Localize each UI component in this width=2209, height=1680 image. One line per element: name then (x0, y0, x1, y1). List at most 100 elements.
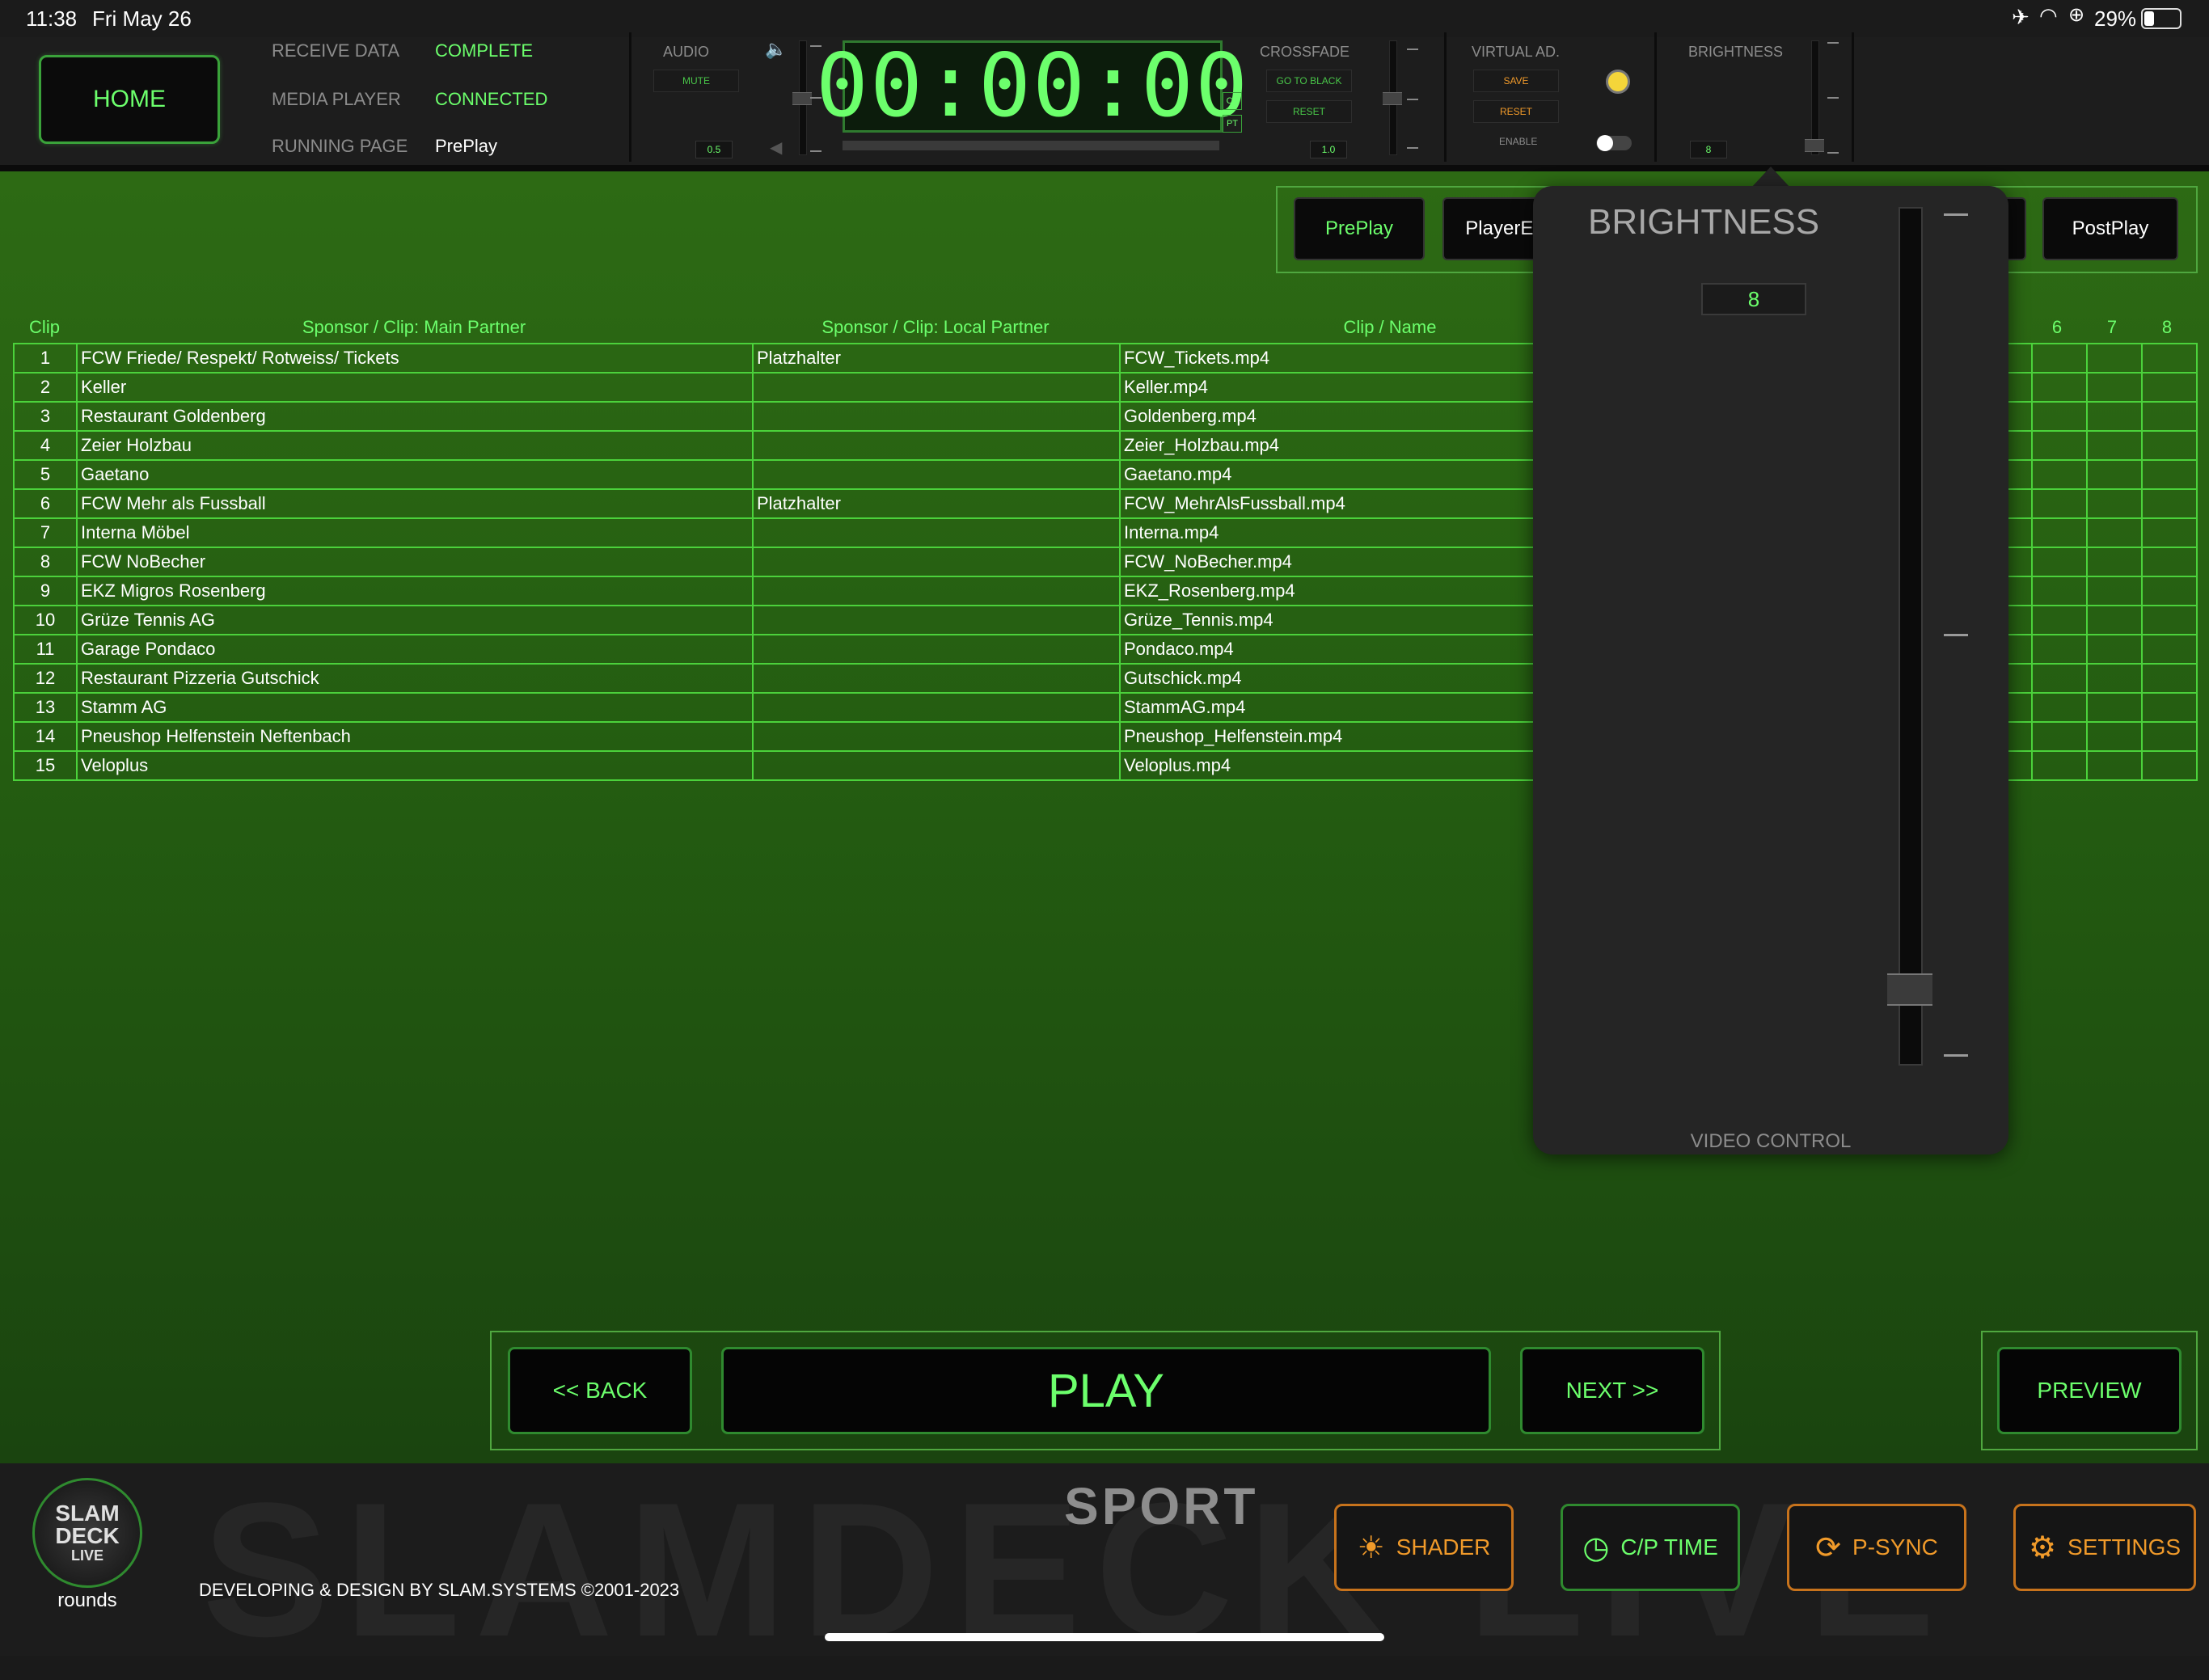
main-partner-cell[interactable]: Veloplus (76, 750, 754, 781)
local-partner-cell[interactable] (752, 692, 1121, 723)
clip-number-cell[interactable]: 7 (13, 517, 78, 548)
home-button[interactable]: HOME (39, 55, 220, 144)
clip-number-cell[interactable]: 3 (13, 401, 78, 432)
settings-button[interactable]: ⚙ SETTINGS (2013, 1504, 2196, 1591)
column-6-cell[interactable] (2031, 430, 2088, 461)
column-7-cell[interactable] (2086, 692, 2143, 723)
column-8-cell[interactable] (2141, 459, 2198, 490)
column-8-cell[interactable] (2141, 721, 2198, 752)
clip-number-cell[interactable]: 2 (13, 372, 78, 403)
preview-button[interactable]: PREVIEW (1997, 1347, 2182, 1434)
clip-number-cell[interactable]: 5 (13, 459, 78, 490)
shader-button[interactable]: ☀ SHADER (1334, 1504, 1514, 1591)
clip-number-cell[interactable]: 15 (13, 750, 78, 781)
main-partner-cell[interactable]: Interna Möbel (76, 517, 754, 548)
main-partner-cell[interactable]: Grüze Tennis AG (76, 605, 754, 635)
clip-number-cell[interactable]: 4 (13, 430, 78, 461)
brightness-slider-track[interactable] (1899, 207, 1923, 1066)
column-8-cell[interactable] (2141, 372, 2198, 403)
clip-number-cell[interactable]: 12 (13, 663, 78, 694)
clip-number-cell[interactable]: 14 (13, 721, 78, 752)
brightness-value-field[interactable]: 8 (1701, 283, 1806, 315)
column-6-cell[interactable] (2031, 547, 2088, 577)
local-partner-cell[interactable] (752, 634, 1121, 665)
column-6-cell[interactable] (2031, 634, 2088, 665)
column-8-cell[interactable] (2141, 430, 2198, 461)
column-8-cell[interactable] (2141, 663, 2198, 694)
column-6-cell[interactable] (2031, 372, 2088, 403)
virtual-ad-reset-button[interactable]: RESET (1473, 100, 1559, 123)
main-partner-cell[interactable]: Zeier Holzbau (76, 430, 754, 461)
column-7-cell[interactable] (2086, 547, 2143, 577)
clip-number-cell[interactable]: 10 (13, 605, 78, 635)
brightness-header-slider-track[interactable] (1811, 40, 1819, 155)
tab-postplay[interactable]: PostPlay (2042, 197, 2178, 260)
clip-number-cell[interactable]: 6 (13, 488, 78, 519)
column-8-cell[interactable] (2141, 692, 2198, 723)
go-to-black-button[interactable]: GO TO BLACK (1266, 70, 1352, 92)
main-partner-cell[interactable]: EKZ Migros Rosenberg (76, 576, 754, 606)
local-partner-cell[interactable] (752, 750, 1121, 781)
column-8-cell[interactable] (2141, 634, 2198, 665)
column-8-cell[interactable] (2141, 605, 2198, 635)
main-partner-cell[interactable]: Keller (76, 372, 754, 403)
clip-number-cell[interactable]: 8 (13, 547, 78, 577)
pt-tag[interactable]: PT (1223, 115, 1242, 133)
crossfade-slider-knob[interactable] (1383, 92, 1402, 105)
next-button[interactable]: NEXT >> (1520, 1347, 1704, 1434)
local-partner-cell[interactable]: Platzhalter (752, 488, 1121, 519)
local-partner-cell[interactable] (752, 576, 1121, 606)
clip-number-cell[interactable]: 9 (13, 576, 78, 606)
main-partner-cell[interactable]: FCW Mehr als Fussball (76, 488, 754, 519)
p-sync-button[interactable]: ⟳ P-SYNC (1787, 1504, 1966, 1591)
main-partner-cell[interactable]: FCW NoBecher (76, 547, 754, 577)
column-7-cell[interactable] (2086, 605, 2143, 635)
column-8-cell[interactable] (2141, 576, 2198, 606)
crossfade-reset-button[interactable]: RESET (1266, 100, 1352, 123)
home-indicator[interactable] (825, 1633, 1384, 1641)
main-partner-cell[interactable]: Restaurant Pizzeria Gutschick (76, 663, 754, 694)
local-partner-cell[interactable] (752, 372, 1121, 403)
audio-slider-knob[interactable] (792, 92, 812, 105)
column-7-cell[interactable] (2086, 750, 2143, 781)
ct-tag[interactable]: CT (1223, 92, 1242, 110)
local-partner-cell[interactable]: Platzhalter (752, 343, 1121, 374)
slamdeck-logo[interactable]: SLAM DECK LIVE (32, 1478, 142, 1588)
main-partner-cell[interactable]: Stamm AG (76, 692, 754, 723)
column-6-cell[interactable] (2031, 576, 2088, 606)
column-6-cell[interactable] (2031, 517, 2088, 548)
main-partner-cell[interactable]: Garage Pondaco (76, 634, 754, 665)
column-8-cell[interactable] (2141, 547, 2198, 577)
column-7-cell[interactable] (2086, 430, 2143, 461)
column-6-cell[interactable] (2031, 343, 2088, 374)
column-8-cell[interactable] (2141, 517, 2198, 548)
column-8-cell[interactable] (2141, 343, 2198, 374)
tab-preplay[interactable]: PrePlay (1294, 197, 1425, 260)
local-partner-cell[interactable] (752, 605, 1121, 635)
column-7-cell[interactable] (2086, 663, 2143, 694)
local-partner-cell[interactable] (752, 663, 1121, 694)
virtual-ad-save-button[interactable]: SAVE (1473, 70, 1559, 92)
column-7-cell[interactable] (2086, 459, 2143, 490)
column-7-cell[interactable] (2086, 517, 2143, 548)
column-7-cell[interactable] (2086, 488, 2143, 519)
column-7-cell[interactable] (2086, 721, 2143, 752)
main-partner-cell[interactable]: Gaetano (76, 459, 754, 490)
local-partner-cell[interactable] (752, 401, 1121, 432)
cp-time-button[interactable]: ◷ C/P TIME (1561, 1504, 1740, 1591)
column-7-cell[interactable] (2086, 634, 2143, 665)
column-8-cell[interactable] (2141, 750, 2198, 781)
column-6-cell[interactable] (2031, 459, 2088, 490)
column-8-cell[interactable] (2141, 488, 2198, 519)
column-6-cell[interactable] (2031, 692, 2088, 723)
column-7-cell[interactable] (2086, 401, 2143, 432)
local-partner-cell[interactable] (752, 459, 1121, 490)
play-button[interactable]: PLAY (721, 1347, 1491, 1434)
local-partner-cell[interactable] (752, 721, 1121, 752)
main-partner-cell[interactable]: Pneushop Helfenstein Neftenbach (76, 721, 754, 752)
local-partner-cell[interactable] (752, 430, 1121, 461)
clip-number-cell[interactable]: 1 (13, 343, 78, 374)
mute-button[interactable]: MUTE (653, 70, 739, 92)
column-7-cell[interactable] (2086, 576, 2143, 606)
enable-toggle[interactable] (1596, 135, 1632, 151)
